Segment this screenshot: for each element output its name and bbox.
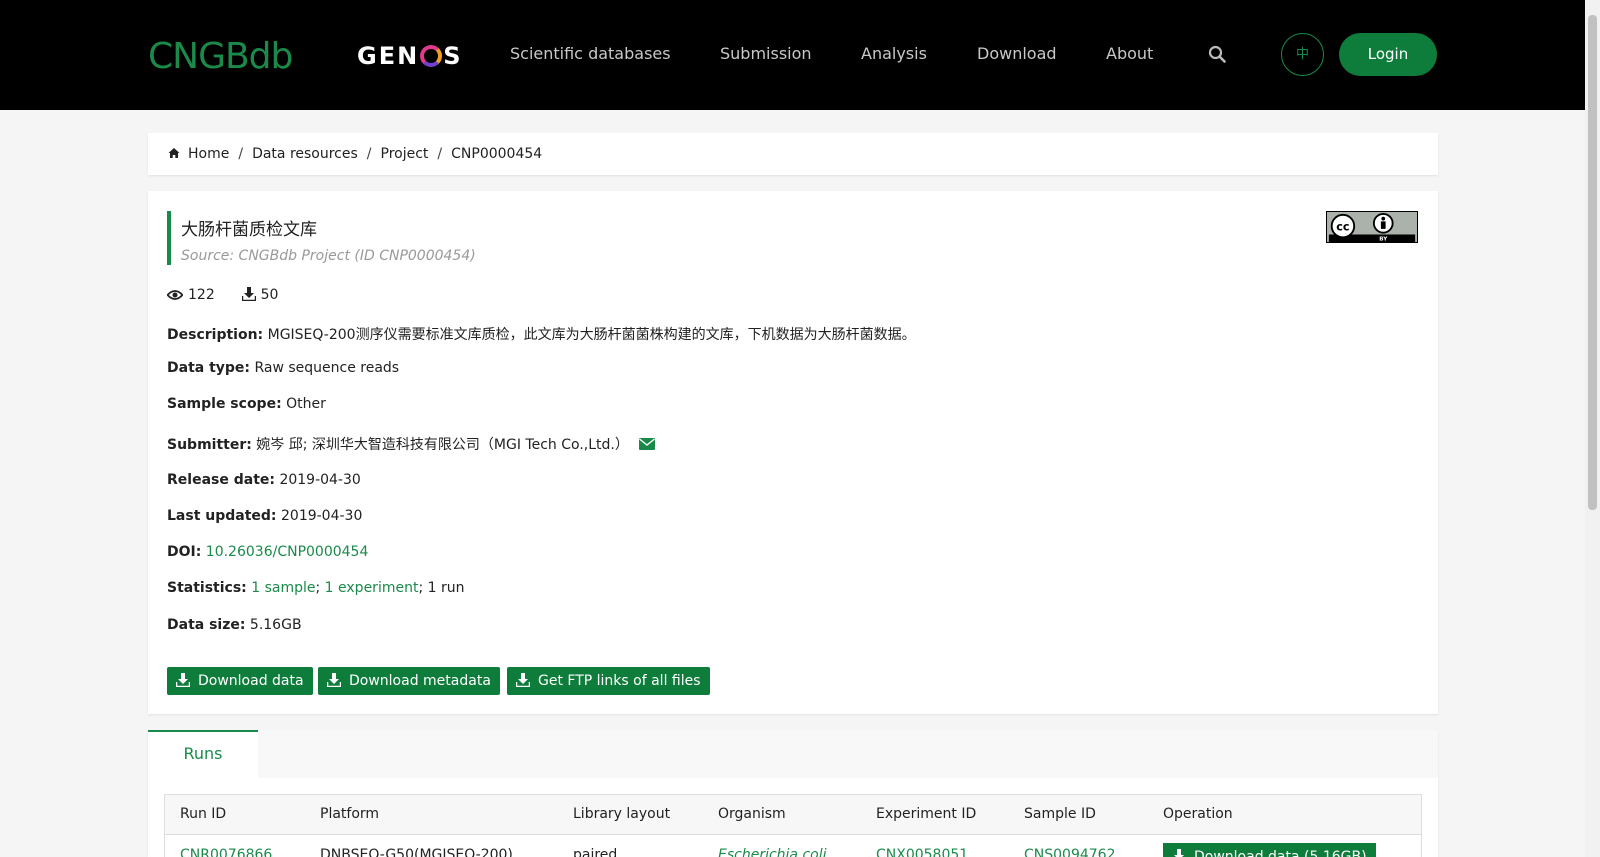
ftp-links-label: Get FTP links of all files xyxy=(538,673,701,689)
download-metadata-button[interactable]: Download metadata xyxy=(318,667,500,695)
cc-by-icon[interactable]: cc BY xyxy=(1326,211,1418,243)
download-icon xyxy=(241,287,256,302)
col-experiment-id: Experiment ID xyxy=(876,806,977,822)
doi-link[interactable]: 10.26036/CNP0000454 xyxy=(206,544,369,560)
submitter-value: 婉岑 邱; 深圳华大智造科技有限公司（MGI Tech Co.,Ltd.） xyxy=(256,437,629,453)
genos-logo-text-start: GEN xyxy=(357,42,420,70)
nav-analysis[interactable]: Analysis xyxy=(861,44,927,63)
last-updated-row: Last updated: 2019-04-30 xyxy=(167,508,362,524)
runs-table: Run ID Platform Library layout Organism … xyxy=(164,794,1422,857)
project-source: Source: CNGBdb Project (ID CNP0000454) xyxy=(181,248,476,264)
table-row: CNR0076866 DNBSEQ-G50(MGISEQ-200) paired… xyxy=(165,835,1421,857)
language-toggle-button[interactable]: 中 xyxy=(1281,33,1324,76)
col-sample-id: Sample ID xyxy=(1024,806,1096,822)
submitter-label: Submitter: xyxy=(167,437,252,453)
description-value: MGISEQ-200测序仪需要标准文库质检，此文库为大肠杆菌菌株构建的文库，下机… xyxy=(267,327,916,343)
statistics-label: Statistics: xyxy=(167,580,247,596)
download-metadata-label: Download metadata xyxy=(349,673,491,689)
nav-about[interactable]: About xyxy=(1106,44,1153,63)
table-header: Run ID Platform Library layout Organism … xyxy=(165,795,1421,835)
sample-id-link[interactable]: CNS0094762 xyxy=(1024,847,1116,857)
col-platform: Platform xyxy=(320,806,380,822)
breadcrumb-separator: / xyxy=(238,146,244,162)
svg-text:cc: cc xyxy=(1336,220,1349,233)
platform-cell: DNBSEQ-G50(MGISEQ-200) xyxy=(320,847,513,857)
breadcrumb-data-resources[interactable]: Data resources xyxy=(252,146,358,162)
download-count: 50 xyxy=(260,287,279,303)
release-date-value: 2019-04-30 xyxy=(279,472,361,488)
statistics-row: Statistics: 1 sample; 1 experiment; 1 ru… xyxy=(167,580,464,596)
home-icon xyxy=(168,148,180,158)
download-icon xyxy=(326,673,342,688)
release-date-label: Release date: xyxy=(167,472,275,488)
svg-text:BY: BY xyxy=(1379,237,1388,243)
release-date-row: Release date: 2019-04-30 xyxy=(167,472,361,488)
download-data-button[interactable]: Download data xyxy=(167,667,313,695)
statistics-separator: ; xyxy=(315,580,321,596)
genos-logo-text-end: S xyxy=(443,42,463,70)
description-row: Description: MGISEQ-200测序仪需要标准文库质检，此文库为大… xyxy=(167,324,916,344)
col-operation: Operation xyxy=(1163,806,1233,822)
download-icon xyxy=(515,673,531,688)
samples-link[interactable]: 1 sample xyxy=(251,580,315,596)
col-library-layout: Library layout xyxy=(573,806,671,822)
col-run-id: Run ID xyxy=(180,806,227,822)
row-download-label: Download data (5.16GB) xyxy=(1194,849,1367,857)
title-block: 大肠杆菌质检文库 Source: CNGBdb Project (ID CNP0… xyxy=(167,211,476,265)
ftp-links-button[interactable]: Get FTP links of all files xyxy=(507,667,710,695)
data-size-row: Data size: 5.16GB xyxy=(167,617,302,633)
doi-label: DOI: xyxy=(167,544,202,560)
last-updated-label: Last updated: xyxy=(167,508,277,524)
login-button[interactable]: Login xyxy=(1339,33,1437,76)
eye-icon xyxy=(166,290,184,300)
col-organism: Organism xyxy=(718,806,786,822)
breadcrumb-home[interactable]: Home xyxy=(188,146,229,162)
sample-scope-label: Sample scope: xyxy=(167,396,282,412)
runs-count: ; 1 run xyxy=(418,580,465,596)
breadcrumb-separator: / xyxy=(366,146,372,162)
page-scrollbar[interactable] xyxy=(1585,0,1600,857)
runs-tab-body: Run ID Platform Library layout Organism … xyxy=(148,778,1438,857)
data-type-value: Raw sequence reads xyxy=(254,360,400,376)
layout-cell: paired xyxy=(573,847,618,857)
stats-line: 122 50 xyxy=(166,287,279,303)
breadcrumb: Home / Data resources / Project / CNP0000454 xyxy=(148,133,1438,175)
data-type-row: Data type: Raw sequence reads xyxy=(167,360,399,376)
scrollbar-thumb[interactable] xyxy=(1588,15,1597,510)
submitter-row: Submitter: 婉岑 邱; 深圳华大智造科技有限公司（MGI Tech C… xyxy=(167,434,656,454)
row-download-button[interactable]: Download data (5.16GB) xyxy=(1163,843,1376,857)
search-icon[interactable] xyxy=(1208,45,1226,63)
breadcrumb-separator: / xyxy=(437,146,443,162)
experiment-id-link[interactable]: CNX0058051 xyxy=(876,847,968,857)
nav-submission[interactable]: Submission xyxy=(720,44,812,63)
cngbdb-logo[interactable]: CNGBdb xyxy=(148,36,293,77)
breadcrumb-current: CNP0000454 xyxy=(451,146,543,162)
organism-link[interactable]: Escherichia coli xyxy=(718,847,827,857)
download-icon xyxy=(1174,849,1184,857)
sample-scope-value: Other xyxy=(286,396,326,412)
nav-scientific-databases[interactable]: Scientific databases xyxy=(510,44,671,63)
last-updated-value: 2019-04-30 xyxy=(281,508,363,524)
envelope-icon[interactable] xyxy=(639,438,656,450)
breadcrumb-project[interactable]: Project xyxy=(381,146,429,162)
project-title: 大肠杆菌质检文库 xyxy=(181,220,317,240)
genos-logo[interactable]: GEN S xyxy=(357,42,462,70)
download-icon xyxy=(175,673,191,688)
nav-download[interactable]: Download xyxy=(977,44,1057,63)
project-detail-card: 大肠杆菌质检文库 Source: CNGBdb Project (ID CNP0… xyxy=(148,191,1438,714)
top-navbar: CNGBdb GEN S Scientific databases Submiss… xyxy=(0,0,1585,110)
tab-runs[interactable]: Runs xyxy=(148,730,258,778)
data-type-label: Data type: xyxy=(167,360,251,376)
description-label: Description: xyxy=(167,327,264,343)
runs-panel: Runs Run ID Platform Library layout Orga… xyxy=(148,730,1438,857)
view-count: 122 xyxy=(188,287,215,303)
doi-row: DOI: 10.26036/CNP0000454 xyxy=(167,544,368,560)
download-data-label: Download data xyxy=(198,673,304,689)
sample-scope-row: Sample scope: Other xyxy=(167,396,326,412)
data-size-label: Data size: xyxy=(167,617,246,633)
run-id-link[interactable]: CNR0076866 xyxy=(180,847,272,857)
data-size-value: 5.16GB xyxy=(249,617,302,633)
genos-o-icon xyxy=(420,45,443,67)
experiments-link[interactable]: 1 experiment xyxy=(325,580,419,596)
